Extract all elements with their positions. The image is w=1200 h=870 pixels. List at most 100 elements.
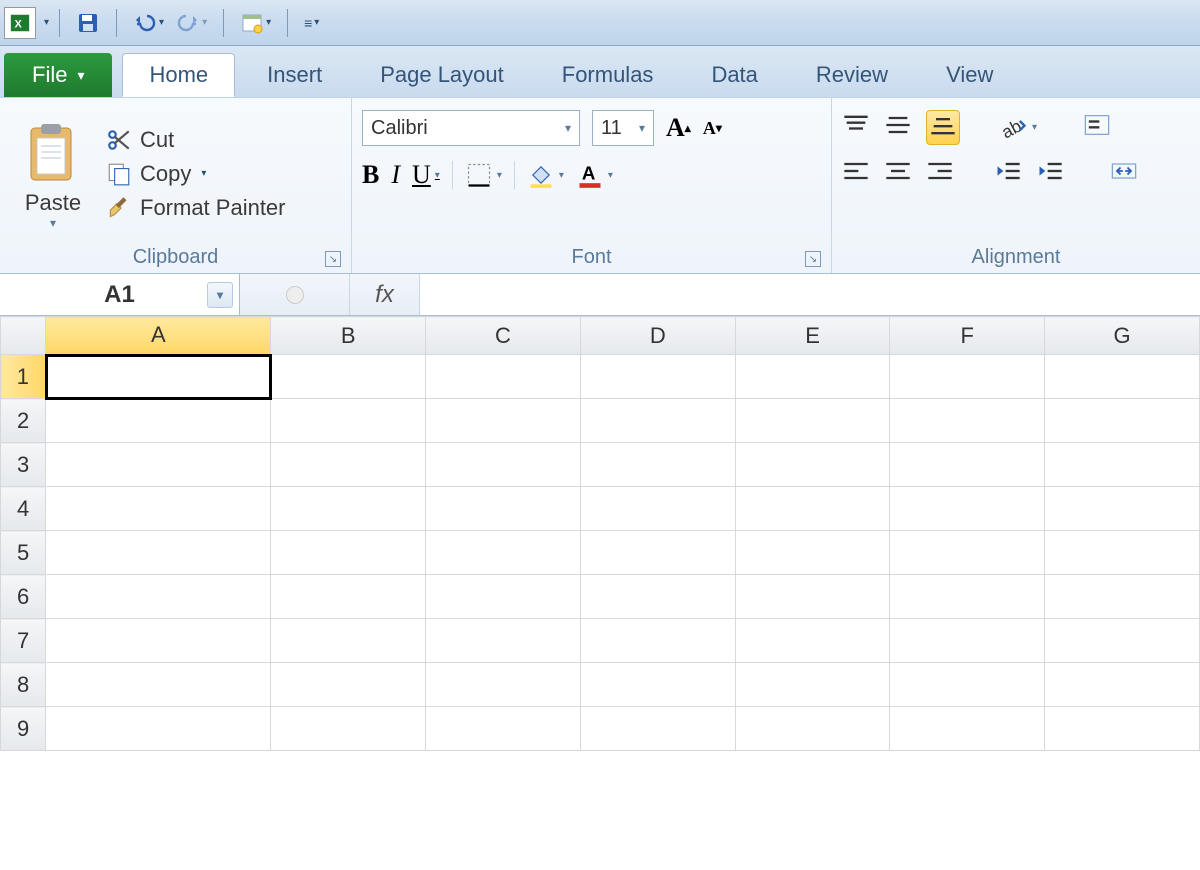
paste-button[interactable]: Paste ▾	[10, 104, 96, 243]
column-header-f[interactable]: F	[890, 317, 1045, 355]
cell[interactable]	[426, 575, 581, 619]
cell[interactable]	[890, 487, 1045, 531]
row-header-6[interactable]: 6	[1, 575, 46, 619]
excel-app-icon[interactable]: X	[4, 7, 36, 39]
decrease-indent-button[interactable]	[994, 159, 1022, 188]
cells-grid[interactable]: A B C D E F G 1 2 3 4 5 6 7 8 9	[0, 316, 1200, 751]
cell[interactable]	[735, 663, 890, 707]
row-header-2[interactable]: 2	[1, 399, 46, 443]
cut-button[interactable]: Cut	[106, 127, 286, 153]
cell[interactable]	[580, 707, 735, 751]
cell-a1[interactable]	[46, 355, 271, 399]
undo-button[interactable]: ▾	[127, 9, 170, 37]
chevron-down-icon[interactable]: ▾	[207, 282, 233, 308]
cell[interactable]	[580, 575, 735, 619]
font-color-button[interactable]: A	[576, 161, 613, 189]
borders-button[interactable]	[465, 161, 502, 189]
cell[interactable]	[890, 443, 1045, 487]
align-right-button[interactable]	[926, 159, 954, 188]
row-header-1[interactable]: 1	[1, 355, 46, 399]
cell[interactable]	[271, 443, 426, 487]
cell[interactable]	[1045, 487, 1200, 531]
decrease-font-button[interactable]: A▾	[703, 118, 722, 139]
cell[interactable]	[46, 575, 271, 619]
cell[interactable]	[890, 355, 1045, 399]
cell[interactable]	[271, 355, 426, 399]
tab-review[interactable]: Review	[790, 53, 914, 97]
cell[interactable]	[1045, 531, 1200, 575]
cell[interactable]	[426, 531, 581, 575]
column-header-a[interactable]: A	[46, 317, 271, 355]
format-painter-button[interactable]: Format Painter	[106, 195, 286, 221]
cell[interactable]	[580, 531, 735, 575]
cell[interactable]	[890, 663, 1045, 707]
column-header-d[interactable]: D	[580, 317, 735, 355]
tab-view[interactable]: View	[920, 53, 1019, 97]
font-size-combo[interactable]: 11 ▾	[592, 110, 654, 146]
cell[interactable]	[426, 663, 581, 707]
cell[interactable]	[46, 399, 271, 443]
bold-button[interactable]: B	[362, 160, 379, 190]
qat-customize-button[interactable]: ▾	[234, 9, 277, 37]
cell[interactable]	[271, 619, 426, 663]
column-header-c[interactable]: C	[426, 317, 581, 355]
formula-bar-input[interactable]	[420, 274, 1200, 315]
row-header-7[interactable]: 7	[1, 619, 46, 663]
row-header-4[interactable]: 4	[1, 487, 46, 531]
column-header-g[interactable]: G	[1045, 317, 1200, 355]
tab-formulas[interactable]: Formulas	[536, 53, 680, 97]
redo-button[interactable]: ▾	[170, 9, 213, 37]
orientation-button[interactable]: ab	[1000, 116, 1037, 140]
cell[interactable]	[735, 443, 890, 487]
cell[interactable]	[271, 663, 426, 707]
cell[interactable]	[426, 707, 581, 751]
cell[interactable]	[580, 355, 735, 399]
tab-home[interactable]: Home	[122, 53, 235, 97]
cell[interactable]	[580, 619, 735, 663]
insert-function-button[interactable]: fx	[350, 274, 420, 315]
file-tab[interactable]: File	[4, 53, 112, 97]
cell[interactable]	[735, 575, 890, 619]
align-middle-button[interactable]	[884, 113, 912, 142]
cell[interactable]	[271, 575, 426, 619]
cell[interactable]	[46, 619, 271, 663]
clipboard-dialog-launcher[interactable]: ↘	[325, 251, 341, 267]
cell[interactable]	[580, 399, 735, 443]
cell[interactable]	[735, 399, 890, 443]
increase-font-button[interactable]: A▴	[666, 113, 691, 143]
align-bottom-button[interactable]	[926, 110, 960, 145]
increase-indent-button[interactable]	[1036, 159, 1064, 188]
cell[interactable]	[426, 619, 581, 663]
italic-button[interactable]: I	[391, 160, 400, 190]
wrap-text-button[interactable]	[1083, 113, 1111, 142]
cell[interactable]	[735, 619, 890, 663]
cell[interactable]	[271, 707, 426, 751]
copy-button[interactable]: Copy ▾	[106, 161, 286, 187]
cell[interactable]	[426, 487, 581, 531]
font-dialog-launcher[interactable]: ↘	[805, 251, 821, 267]
cell[interactable]	[426, 443, 581, 487]
cell[interactable]	[735, 707, 890, 751]
row-header-9[interactable]: 9	[1, 707, 46, 751]
underline-button[interactable]: U	[412, 160, 440, 190]
cell[interactable]	[271, 487, 426, 531]
cell[interactable]	[890, 531, 1045, 575]
cell[interactable]	[46, 531, 271, 575]
cell[interactable]	[890, 619, 1045, 663]
tab-page-layout[interactable]: Page Layout	[354, 53, 530, 97]
tab-insert[interactable]: Insert	[241, 53, 348, 97]
align-left-button[interactable]	[842, 159, 870, 188]
cell[interactable]	[735, 487, 890, 531]
app-menu-dropdown-icon[interactable]: ▾	[44, 17, 49, 28]
align-center-button[interactable]	[884, 159, 912, 188]
row-header-3[interactable]: 3	[1, 443, 46, 487]
cell[interactable]	[580, 487, 735, 531]
tab-data[interactable]: Data	[685, 53, 783, 97]
cell[interactable]	[1045, 619, 1200, 663]
column-header-b[interactable]: B	[271, 317, 426, 355]
cell[interactable]	[735, 531, 890, 575]
fill-color-button[interactable]	[527, 161, 564, 189]
cell[interactable]	[1045, 399, 1200, 443]
cell[interactable]	[890, 399, 1045, 443]
cell[interactable]	[580, 443, 735, 487]
